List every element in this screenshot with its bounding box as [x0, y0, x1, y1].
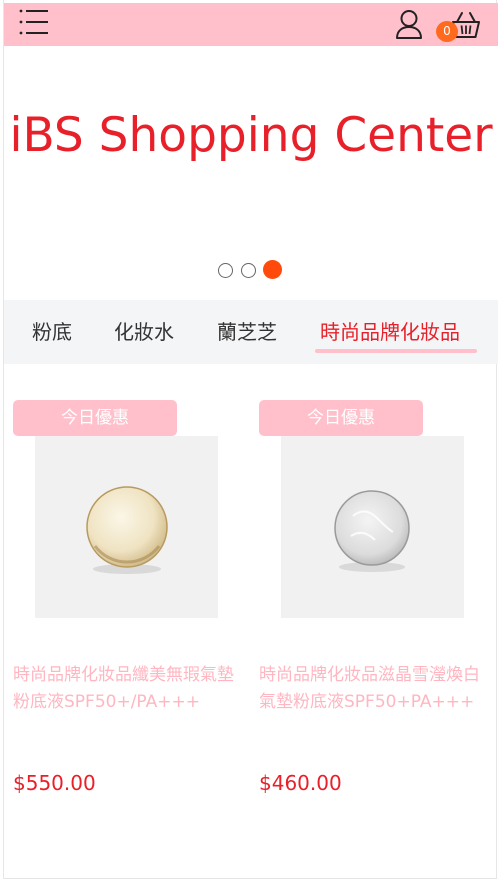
product-name[interactable]: 時尚品牌化妝品滋晶雪瀅煥白氣墊粉底液SPF50+PA+++ [259, 662, 489, 716]
product-price: $550.00 [13, 771, 96, 795]
carousel-dot-2[interactable] [241, 263, 256, 278]
product-name[interactable]: 時尚品牌化妝品纖美無瑕氣墊粉底液SPF50+/PA+++ [13, 662, 243, 716]
tab-foundation[interactable]: 粉底 [32, 318, 72, 346]
deal-badge: 今日優惠 [259, 400, 423, 436]
tab-toner[interactable]: 化妝水 [114, 318, 174, 346]
carousel-dot-3-active[interactable] [263, 260, 282, 279]
gold-cushion-compact-image [86, 486, 168, 574]
cart-count-badge: 0 [436, 21, 458, 42]
user-icon[interactable] [395, 9, 423, 39]
tab-fashion-brand-cosmetics[interactable]: 時尚品牌化妝品 [320, 318, 460, 346]
product-price: $460.00 [259, 771, 342, 795]
carousel-dot-1[interactable] [218, 263, 233, 278]
product-card[interactable]: 今日優惠 時尚品牌化妝品滋晶雪瀅煥白氣墊粉底液SPF50+PA+++ $460.… [259, 364, 489, 804]
category-tabs: 粉底 化妝水 蘭芝芝 時尚品牌化妝品 [4, 300, 498, 364]
active-tab-underline [315, 349, 477, 353]
product-card[interactable]: 今日優惠 時尚品牌化妝品纖美無瑕氣墊粉底液SPF50+/PA+++ $550.0… [13, 364, 243, 804]
hero-title: iBS Shopping Center [9, 108, 493, 163]
product-image[interactable] [35, 436, 218, 618]
menu-icon[interactable] [19, 9, 49, 35]
silver-cushion-compact-image [334, 490, 410, 572]
top-bar [4, 3, 498, 46]
hero-banner: iBS Shopping Center [4, 46, 498, 300]
tab-laneige[interactable]: 蘭芝芝 [217, 318, 277, 346]
deal-badge: 今日優惠 [13, 400, 177, 436]
product-image[interactable] [281, 436, 464, 618]
